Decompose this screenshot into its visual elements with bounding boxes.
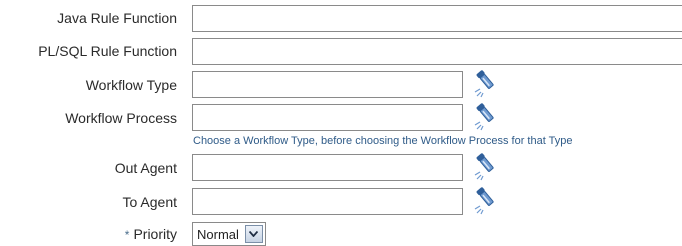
to-agent-input[interactable] (192, 188, 463, 215)
to-agent-label: To Agent (122, 194, 178, 210)
priority-select[interactable]: Normal (192, 222, 266, 246)
plsql-rule-function-label: PL/SQL Rule Function (38, 43, 177, 59)
required-marker: * (124, 228, 130, 242)
to-agent-lov-icon[interactable] (471, 184, 505, 216)
out-agent-lov-icon[interactable] (471, 150, 505, 182)
workflow-process-hint: Choose a Workflow Type, before choosing … (193, 135, 573, 147)
priority-label-wrap: * Priority (125, 226, 177, 242)
out-agent-label: Out Agent (114, 160, 177, 176)
chevron-down-icon[interactable] (244, 225, 263, 243)
plsql-rule-function-input[interactable] (192, 38, 682, 65)
workflow-type-label: Workflow Type (85, 77, 177, 93)
java-rule-function-input[interactable] (192, 5, 682, 32)
priority-label: Priority (133, 226, 177, 242)
java-rule-function-label: Java Rule Function (57, 10, 177, 26)
priority-selected-value: Normal (197, 226, 239, 242)
workflow-type-input[interactable] (192, 71, 463, 98)
workflow-process-lov-icon[interactable] (471, 100, 505, 132)
out-agent-input[interactable] (192, 154, 463, 181)
workflow-type-lov-icon[interactable] (471, 67, 505, 99)
workflow-process-label: Workflow Process (65, 110, 177, 126)
workflow-process-input[interactable] (192, 104, 463, 131)
